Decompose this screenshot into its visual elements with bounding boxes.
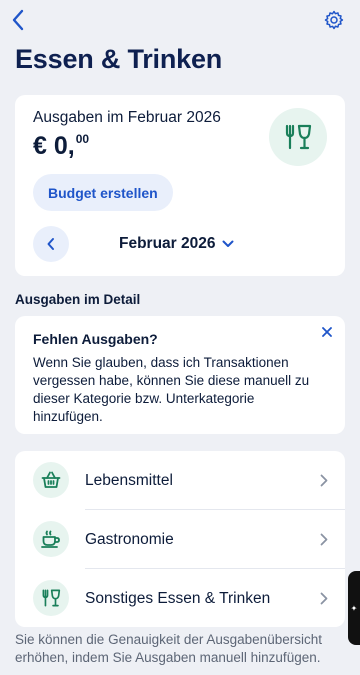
icon-badge <box>33 462 69 498</box>
month-label: Februar 2026 <box>119 235 216 252</box>
sparkle-icon: ✦ <box>350 603 358 613</box>
currency-symbol: € <box>33 132 47 160</box>
hint-title: Fehlen Ausgaben? <box>33 331 158 347</box>
floating-assistant-tab[interactable]: ✦ <box>348 571 360 645</box>
month-selector[interactable]: Februar 2026 <box>119 232 234 256</box>
settings-button[interactable] <box>322 8 346 32</box>
chevron-right-icon <box>319 591 329 605</box>
spending-summary-card: Ausgaben im Februar 2026 € 0,00 Budget e… <box>15 95 345 276</box>
footer-note: Sie können die Genauigkeit der Ausgabenü… <box>15 632 322 665</box>
list-item-sonstiges[interactable]: Sonstiges Essen & Trinken <box>15 569 345 627</box>
list-item-label: Sonstiges Essen & Trinken <box>85 590 271 607</box>
chevron-left-icon <box>12 9 24 31</box>
cutlery-glass-icon <box>42 589 61 607</box>
list-item-gastronomie[interactable]: Gastronomie <box>15 510 345 568</box>
chevron-left-icon <box>47 238 54 250</box>
coffee-cup-icon <box>41 530 60 548</box>
basket-icon <box>41 471 61 488</box>
create-budget-button[interactable]: Budget erstellen <box>33 174 173 211</box>
spending-amount: € 0,00 <box>33 132 89 161</box>
hint-body: Wenn Sie glauben, dass ich Transaktionen… <box>33 355 310 424</box>
hint-close-button[interactable] <box>318 323 336 341</box>
page-title: Essen & Trinken <box>15 44 223 74</box>
missing-expenses-hint: Fehlen Ausgaben? Wenn Sie glauben, dass … <box>15 316 345 434</box>
icon-badge <box>33 580 69 616</box>
back-button[interactable] <box>6 6 30 34</box>
list-item-label: Gastronomie <box>85 531 174 548</box>
close-icon <box>322 327 332 337</box>
subcategory-list: Lebensmittel Gastronomie Sonstiges Essen… <box>15 451 345 627</box>
list-item-label: Lebensmittel <box>85 472 173 489</box>
amount-cents: 00 <box>75 132 90 146</box>
chevron-down-icon <box>222 240 233 247</box>
amount-main: 0, <box>53 132 75 160</box>
gear-icon <box>324 10 344 30</box>
list-item-lebensmittel[interactable]: Lebensmittel <box>15 451 345 509</box>
summary-title: Ausgaben im Februar 2026 <box>33 109 221 126</box>
top-bar <box>0 0 360 40</box>
previous-month-button[interactable] <box>33 226 69 262</box>
category-avatar <box>269 108 327 166</box>
icon-badge <box>33 521 69 557</box>
chevron-right-icon <box>319 473 329 487</box>
chevron-right-icon <box>319 532 329 546</box>
section-label: Ausgaben im Detail <box>15 292 141 307</box>
cutlery-glass-icon <box>285 124 312 150</box>
